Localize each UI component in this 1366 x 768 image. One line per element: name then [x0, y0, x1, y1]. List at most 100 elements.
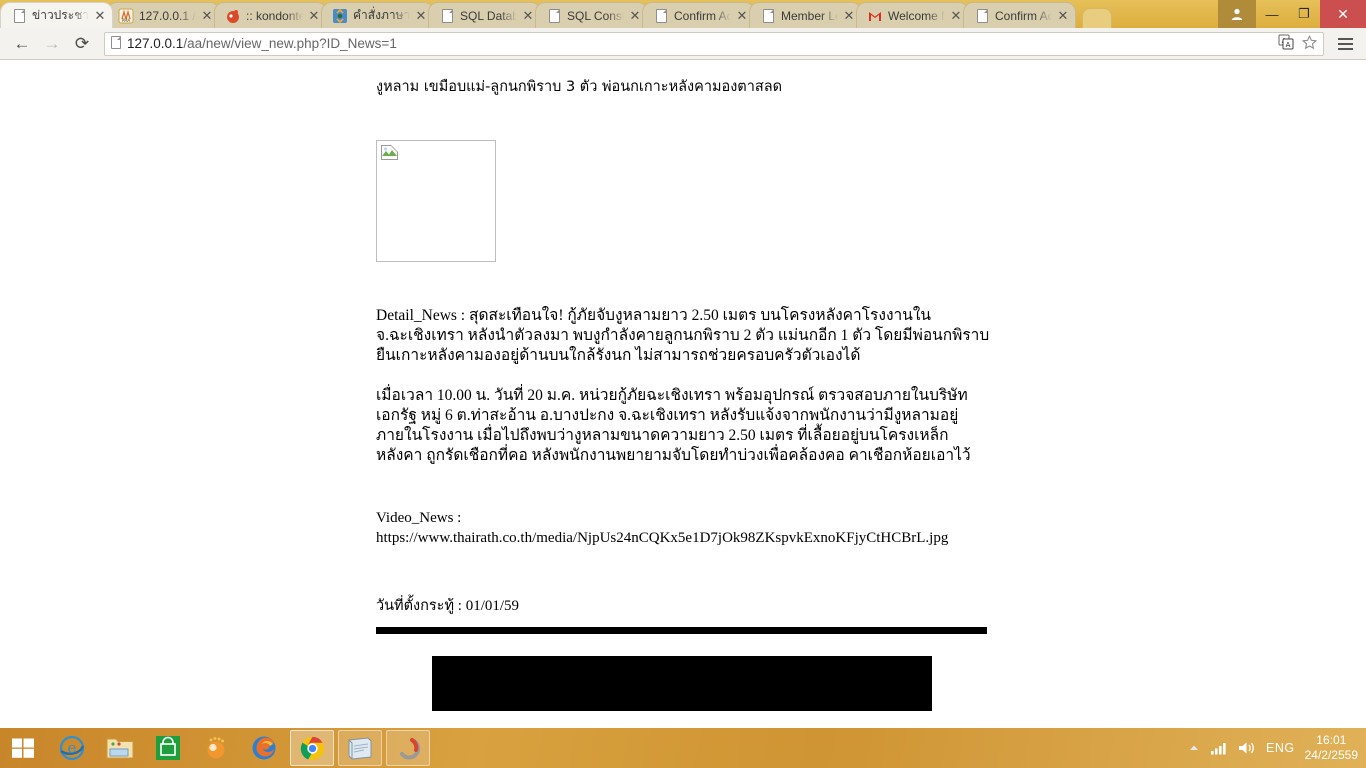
- document-icon: [11, 8, 27, 24]
- file-explorer-icon[interactable]: [98, 730, 142, 766]
- sun-app-icon[interactable]: [194, 730, 238, 766]
- joomla-icon: [332, 8, 348, 24]
- tab-title: Welcome N: [888, 8, 945, 23]
- volume-icon[interactable]: [1238, 741, 1256, 755]
- document-icon: [760, 8, 776, 24]
- omnibox-actions: AA: [1278, 34, 1318, 53]
- phpmyadmin-icon: PMA: [118, 8, 134, 24]
- clock-date: 24/2/2559: [1304, 748, 1358, 762]
- address-bar-url: 127.0.0.1/aa/new/view_new.php?ID_News=1: [127, 36, 397, 51]
- post-date-separator: :: [454, 598, 466, 614]
- windows-store-icon[interactable]: [146, 730, 190, 766]
- video-label: Video_News :: [376, 510, 462, 526]
- browser-tab-7[interactable]: Confirm Act ✕: [642, 2, 755, 28]
- windows-start-icon[interactable]: [0, 728, 46, 768]
- reload-button[interactable]: ⟳: [68, 30, 96, 58]
- browser-tab-2[interactable]: PMA 127.0.0.1 / l ✕: [107, 2, 220, 28]
- show-hidden-icons-button[interactable]: [1188, 742, 1200, 754]
- clock[interactable]: 16:01 24/2/2559: [1305, 733, 1358, 763]
- document-icon: [974, 8, 990, 24]
- tab-close-icon[interactable]: ✕: [736, 9, 748, 22]
- browser-tab-10[interactable]: Confirm Act ✕: [963, 2, 1076, 28]
- broken-image-icon: [381, 145, 398, 160]
- tab-title: :: kondontea: [246, 8, 303, 23]
- tab-close-icon[interactable]: ✕: [94, 9, 106, 22]
- loop-app-icon[interactable]: [386, 730, 430, 766]
- windows-taskbar: e ENG 16:01 24/2/2559: [0, 728, 1366, 768]
- news-headline: งูหลาม เขมือบแม่-ลูกนกพิราบ 3 ตัว พ่อนกเ…: [376, 79, 783, 95]
- tab-close-icon[interactable]: ✕: [629, 9, 641, 22]
- tab-close-icon[interactable]: ✕: [415, 9, 427, 22]
- browser-window: ข่าวประชาสัม ✕ PMA 127.0.0.1 / l ✕ :: ko…: [0, 0, 1366, 728]
- back-button[interactable]: ←: [8, 30, 36, 58]
- star-icon[interactable]: [1301, 34, 1318, 53]
- tab-close-icon[interactable]: ✕: [522, 9, 534, 22]
- post-date-value: 01/01/59: [465, 598, 520, 614]
- tab-title: 127.0.0.1 / l: [139, 8, 196, 23]
- tab-close-icon[interactable]: ✕: [950, 9, 962, 22]
- news-video: Video_News : https://www.thairath.co.th/…: [376, 508, 1016, 548]
- minimize-button[interactable]: —: [1256, 0, 1288, 28]
- kondontea-icon: [225, 8, 241, 24]
- tab-close-icon[interactable]: ✕: [201, 9, 213, 22]
- tab-strip: ข่าวประชาสัม ✕ PMA 127.0.0.1 / l ✕ :: ko…: [0, 0, 1366, 28]
- gmail-icon: [867, 8, 883, 24]
- tab-title: คำสั่งภาษา SQ: [353, 8, 410, 22]
- browser-tab-1[interactable]: ข่าวประชาสัม ✕: [0, 2, 113, 28]
- detail-text-1: สุดสะเทือนใจ! กู้ภัยจับงูหลามยาว 2.50 เม…: [376, 307, 990, 364]
- tab-close-icon[interactable]: ✕: [308, 9, 320, 22]
- video-embed-placeholder[interactable]: [432, 656, 932, 711]
- firefox-icon[interactable]: [242, 730, 286, 766]
- video-url: https://www.thairath.co.th/media/NjpUs24…: [376, 530, 949, 546]
- tab-title: SQL Constra: [567, 8, 624, 23]
- page-info-icon[interactable]: [111, 35, 121, 52]
- svg-text:e: e: [68, 739, 77, 757]
- address-bar-path: /aa/new/view_new.php?ID_News=1: [183, 36, 397, 51]
- news-detail: Detail_News : สุดสะเทือนใจ! กู้ภัยจับงูห…: [376, 306, 991, 466]
- svg-text:A: A: [1286, 41, 1291, 49]
- browser-tab-6[interactable]: SQL Constra ✕: [535, 2, 648, 28]
- browser-tab-3[interactable]: :: kondontea ✕: [214, 2, 327, 28]
- restore-button[interactable]: ❐: [1288, 0, 1320, 28]
- window-controls: — ❐ ✕: [1218, 0, 1366, 28]
- system-tray: ENG 16:01 24/2/2559: [1188, 733, 1366, 763]
- tab-title: Confirm Act: [674, 8, 731, 23]
- svg-text:PMA: PMA: [122, 18, 131, 23]
- tab-title: Member Lev: [781, 8, 838, 23]
- new-tab-button[interactable]: [1082, 8, 1112, 28]
- tab-close-icon[interactable]: ✕: [1057, 9, 1069, 22]
- post-date: วันที่ตั้งกระทู้ : 01/01/59: [376, 594, 1366, 617]
- internet-explorer-icon[interactable]: e: [50, 730, 94, 766]
- detail-label: Detail_News :: [376, 307, 466, 324]
- forward-button[interactable]: →: [38, 30, 66, 58]
- browser-toolbar: ← → ⟳ 127.0.0.1/aa/new/view_new.php?ID_N…: [0, 28, 1366, 60]
- horizontal-divider: [376, 627, 987, 634]
- browser-tab-9[interactable]: Welcome N ✕: [856, 2, 969, 28]
- chrome-icon[interactable]: [290, 730, 334, 766]
- address-bar[interactable]: 127.0.0.1/aa/new/view_new.php?ID_News=1 …: [104, 31, 1324, 56]
- tab-title: SQL Databas: [460, 8, 517, 23]
- post-date-label: วันที่ตั้งกระทู้: [376, 598, 455, 614]
- document-icon: [439, 8, 455, 24]
- profile-icon[interactable]: [1218, 0, 1256, 28]
- translate-icon[interactable]: AA: [1278, 34, 1294, 53]
- address-bar-host: 127.0.0.1: [127, 36, 184, 51]
- notepad-icon[interactable]: [338, 730, 382, 766]
- detail-paragraph-2: เมื่อเวลา 10.00 น. วันที่ 20 ม.ค. หน่วยก…: [376, 387, 971, 464]
- browser-tab-4[interactable]: คำสั่งภาษา SQ ✕: [321, 2, 434, 28]
- browser-tab-8[interactable]: Member Lev ✕: [749, 2, 862, 28]
- network-icon[interactable]: [1210, 741, 1228, 755]
- tab-close-icon[interactable]: ✕: [843, 9, 855, 22]
- tab-title: ข่าวประชาสัม: [32, 8, 89, 22]
- page-viewport: งูหลาม เขมือบแม่-ลูกนกพิราบ 3 ตัว พ่อนกเ…: [0, 60, 1366, 728]
- news-image-placeholder: [376, 140, 496, 262]
- document-icon: [546, 8, 562, 24]
- browser-tab-5[interactable]: SQL Databas ✕: [428, 2, 541, 28]
- close-button[interactable]: ✕: [1320, 0, 1366, 28]
- document-icon: [653, 8, 669, 24]
- clock-time: 16:01: [1316, 733, 1347, 747]
- detail-paragraph-1: Detail_News : สุดสะเทือนใจ! กู้ภัยจับงูห…: [376, 306, 991, 366]
- tab-title: Confirm Act: [995, 8, 1052, 23]
- language-indicator[interactable]: ENG: [1266, 741, 1295, 755]
- hamburger-menu-icon[interactable]: [1332, 30, 1358, 58]
